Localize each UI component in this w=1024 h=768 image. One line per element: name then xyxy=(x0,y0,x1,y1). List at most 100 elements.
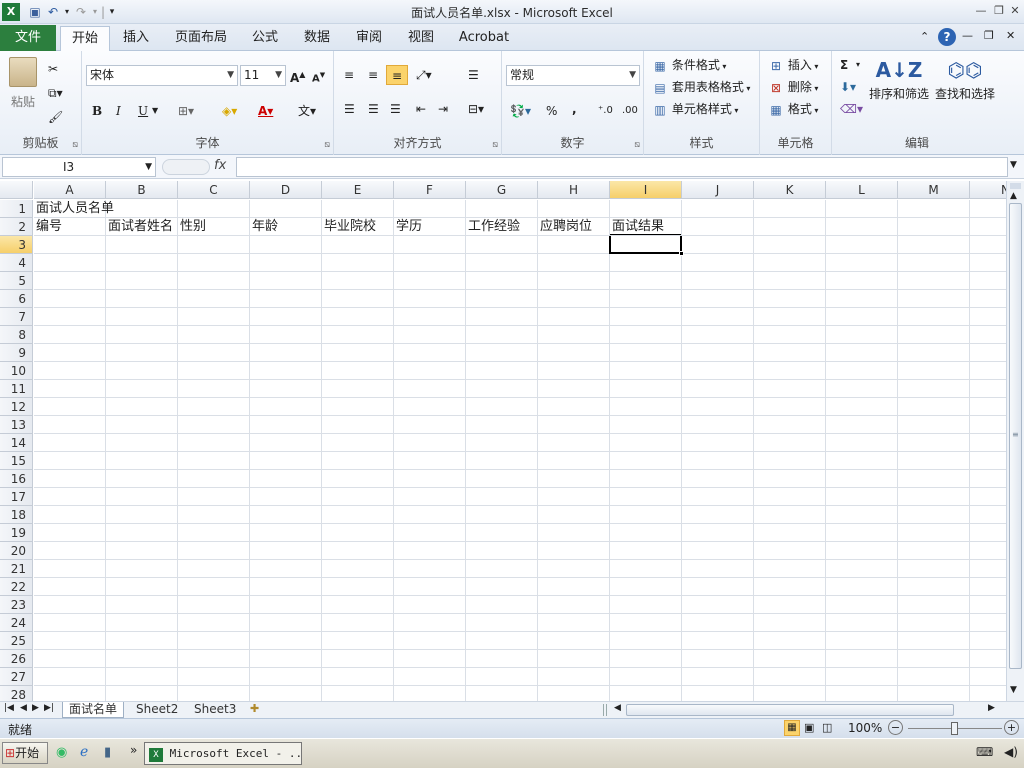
cell-f15[interactable] xyxy=(394,452,466,470)
cell-e8[interactable] xyxy=(322,326,394,344)
cell-f11[interactable] xyxy=(394,380,466,398)
sheet-tab-sheet2[interactable]: Sheet2 xyxy=(130,702,184,718)
cell-c9[interactable] xyxy=(178,344,250,362)
cell-n24[interactable] xyxy=(970,614,1006,632)
cell-n18[interactable] xyxy=(970,506,1006,524)
cell-h6[interactable] xyxy=(538,290,610,308)
borders-icon[interactable]: ⊞▾ xyxy=(178,101,194,121)
ie-icon[interactable]: ℯ xyxy=(80,744,88,760)
cell-n8[interactable] xyxy=(970,326,1006,344)
cell-f4[interactable] xyxy=(394,254,466,272)
ribbon-minimize-icon[interactable]: ⌃ xyxy=(920,30,929,43)
cell-l1[interactable] xyxy=(826,200,898,218)
cell-f20[interactable] xyxy=(394,542,466,560)
cell-j19[interactable] xyxy=(682,524,754,542)
cell-k20[interactable] xyxy=(754,542,826,560)
cell-j14[interactable] xyxy=(682,434,754,452)
cell-a26[interactable] xyxy=(34,650,106,668)
cell-l3[interactable] xyxy=(826,236,898,254)
horizontal-scroll-thumb[interactable] xyxy=(626,704,954,716)
cell-m9[interactable] xyxy=(898,344,970,362)
row-header-3[interactable]: 3 xyxy=(0,236,33,254)
cell-b22[interactable] xyxy=(106,578,178,596)
cell-i28[interactable] xyxy=(610,686,682,701)
cell-a24[interactable] xyxy=(34,614,106,632)
cell-f25[interactable] xyxy=(394,632,466,650)
cell-l2[interactable] xyxy=(826,218,898,236)
cell-l23[interactable] xyxy=(826,596,898,614)
cell-c6[interactable] xyxy=(178,290,250,308)
cell-h18[interactable] xyxy=(538,506,610,524)
cell-c23[interactable] xyxy=(178,596,250,614)
cell-n4[interactable] xyxy=(970,254,1006,272)
cell-c4[interactable] xyxy=(178,254,250,272)
split-box[interactable] xyxy=(1010,183,1021,189)
middle-align-icon[interactable]: ≡ xyxy=(368,65,378,85)
cell-m11[interactable] xyxy=(898,380,970,398)
cell-m10[interactable] xyxy=(898,362,970,380)
scroll-up-icon[interactable]: ▲ xyxy=(1010,191,1017,201)
row-header-9[interactable]: 9 xyxy=(0,344,33,362)
cell-i21[interactable] xyxy=(610,560,682,578)
cell-b27[interactable] xyxy=(106,668,178,686)
row-header-24[interactable]: 24 xyxy=(0,614,33,632)
zoom-in-icon[interactable]: + xyxy=(1004,720,1019,735)
cell-m6[interactable] xyxy=(898,290,970,308)
cell-e27[interactable] xyxy=(322,668,394,686)
number-launcher-icon[interactable]: ⧅ xyxy=(634,140,640,150)
page-break-view-icon[interactable]: ◫ xyxy=(822,721,832,734)
cell-h16[interactable] xyxy=(538,470,610,488)
spreadsheet-grid[interactable]: ABCDEFGHIJKLMN 1 2 3 4 5 6 7 8 9 10 11 12 13 14 15 16 17… xyxy=(0,181,1006,701)
sheet-tab-sheet3[interactable]: Sheet3 xyxy=(188,702,242,718)
font-size-combo[interactable]: 11 ▼ xyxy=(240,65,286,86)
column-header-m[interactable]: M xyxy=(898,181,970,199)
row-header-11[interactable]: 11 xyxy=(0,380,33,398)
cell-g28[interactable] xyxy=(466,686,538,701)
tab-formulas[interactable]: 公式 xyxy=(246,26,284,51)
cell-b26[interactable] xyxy=(106,650,178,668)
cell-h13[interactable] xyxy=(538,416,610,434)
cell-b15[interactable] xyxy=(106,452,178,470)
close-icon[interactable]: ✕ xyxy=(1006,2,1024,20)
cell-d21[interactable] xyxy=(250,560,322,578)
cell-d16[interactable] xyxy=(250,470,322,488)
cell-b20[interactable] xyxy=(106,542,178,560)
select-all-corner[interactable] xyxy=(0,181,33,199)
cell-j3[interactable] xyxy=(682,236,754,254)
cell-i2[interactable]: 面试结果 xyxy=(610,218,682,236)
keyboard-icon[interactable]: ⌨ xyxy=(976,745,993,759)
cell-b7[interactable] xyxy=(106,308,178,326)
cell-a10[interactable] xyxy=(34,362,106,380)
row-header-6[interactable]: 6 xyxy=(0,290,33,308)
cell-j18[interactable] xyxy=(682,506,754,524)
cell-e22[interactable] xyxy=(322,578,394,596)
cell-h2[interactable]: 应聘岗位 xyxy=(538,218,610,236)
cell-h11[interactable] xyxy=(538,380,610,398)
cell-n23[interactable] xyxy=(970,596,1006,614)
start-button[interactable]: ⊞开始 xyxy=(2,742,48,764)
cell-l26[interactable] xyxy=(826,650,898,668)
cell-h14[interactable] xyxy=(538,434,610,452)
cell-j2[interactable] xyxy=(682,218,754,236)
paste-button[interactable]: 粘贴 xyxy=(6,57,40,119)
cell-n12[interactable] xyxy=(970,398,1006,416)
cell-f23[interactable] xyxy=(394,596,466,614)
cell-l15[interactable] xyxy=(826,452,898,470)
cell-j22[interactable] xyxy=(682,578,754,596)
cell-a15[interactable] xyxy=(34,452,106,470)
cell-j25[interactable] xyxy=(682,632,754,650)
cell-g18[interactable] xyxy=(466,506,538,524)
cell-g2[interactable]: 工作经验 xyxy=(466,218,538,236)
cell-d19[interactable] xyxy=(250,524,322,542)
cell-l6[interactable] xyxy=(826,290,898,308)
underline-button[interactable]: U xyxy=(138,101,148,121)
cell-a23[interactable] xyxy=(34,596,106,614)
cell-d25[interactable] xyxy=(250,632,322,650)
more-quicklaunch-icon[interactable]: » xyxy=(130,743,137,757)
cell-d2[interactable]: 年龄 xyxy=(250,218,322,236)
last-sheet-icon[interactable]: ▶| xyxy=(44,703,54,713)
prev-sheet-icon[interactable]: ◀ xyxy=(20,703,27,713)
cell-f14[interactable] xyxy=(394,434,466,452)
cell-c1[interactable] xyxy=(178,200,250,218)
cell-f18[interactable] xyxy=(394,506,466,524)
